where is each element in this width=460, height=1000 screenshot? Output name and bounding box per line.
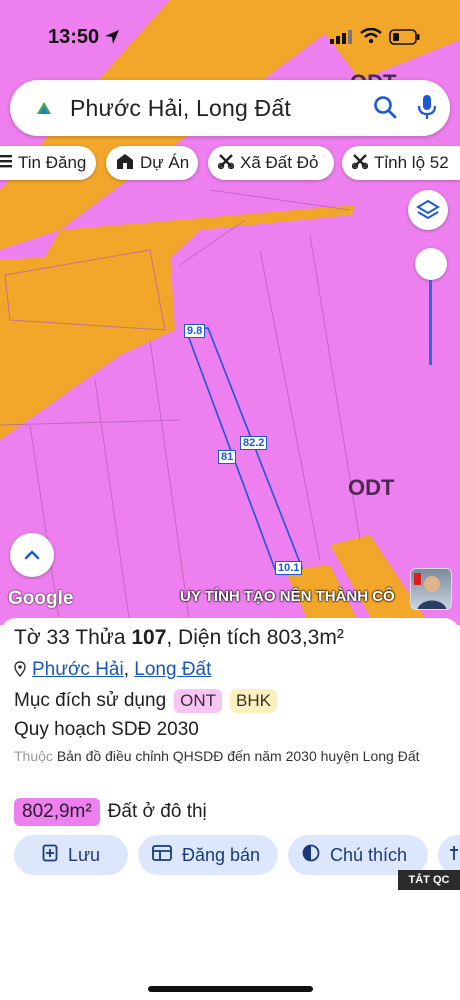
parcel-title: Tờ 33 Thửa 107, Diện tích 803,3m² [14, 626, 344, 650]
zone-label-odt: ODT [348, 475, 395, 500]
planned-use: Đất ở đô thị [107, 801, 207, 822]
dimension-label: 82.2 [240, 436, 268, 450]
title-mid: Thửa [69, 626, 132, 649]
chip-tinh-lo-52[interactable]: Tỉnh lộ 52 [342, 146, 460, 180]
chip-label: Xã Đất Đỏ [240, 153, 319, 172]
title-prefix: Tờ [14, 626, 47, 649]
ad-thumbnail[interactable] [410, 568, 452, 610]
half-circle-icon [302, 844, 320, 867]
battery-icon [389, 29, 420, 45]
save-button[interactable]: Lưu [14, 835, 128, 875]
planned-area-badge: 802,9m² [14, 798, 100, 826]
opacity-slider-track[interactable] [429, 280, 432, 365]
opacity-slider-knob[interactable] [415, 248, 447, 280]
plan-source: Thuộc Bản đồ điều chỉnh QHSDĐ đến năm 20… [14, 746, 454, 766]
layers-icon [416, 199, 440, 220]
location-arrow-icon [105, 30, 119, 44]
tag-ont: ONT [174, 689, 223, 713]
area-prefix: , Diện tích [166, 626, 267, 649]
scissors-icon [217, 153, 235, 174]
google-attribution: Google [8, 588, 74, 609]
post-for-sale-label: Đăng bán [182, 844, 261, 865]
chip-du-an[interactable]: Dự Án [106, 146, 198, 180]
source-prefix: Thuộc [14, 748, 53, 764]
plus-box-icon [450, 844, 460, 867]
legend-button[interactable]: Chú thích [288, 835, 428, 875]
chip-xa-dat-do[interactable]: Xã Đất Đỏ [208, 146, 334, 180]
layers-button[interactable] [408, 190, 448, 230]
wifi-icon [360, 28, 382, 44]
dimension-label: 10.1 [275, 561, 303, 575]
planned-area-row: 802,9m² Đất ở đô thị [14, 798, 207, 826]
action-buttons: Lưu Đăng bán Chú thích [0, 835, 460, 875]
ad-banner-text[interactable]: UY TÍNH TẠO NÊN THÀNH CÔ [180, 588, 395, 605]
status-time: 13:50 [48, 26, 100, 48]
chevron-up-icon [24, 550, 40, 560]
lot-number: 107 [131, 626, 167, 649]
filter-chips: Tin Đăng Dự Án Xã Đất Đỏ Tỉnh lộ 52 [0, 146, 460, 182]
scissors-icon [351, 153, 369, 174]
chip-label: Tin Đăng [18, 153, 87, 172]
more-action-button[interactable] [438, 835, 460, 875]
building-icon [116, 153, 134, 174]
post-for-sale-button[interactable]: Đăng bán [138, 835, 278, 875]
save-label: Lưu [68, 844, 101, 865]
status-bar: 13:50 [0, 0, 460, 70]
list-icon [0, 153, 12, 173]
legend-label: Chú thích [330, 844, 408, 865]
search-icon[interactable] [372, 94, 398, 120]
chip-tin-dang[interactable]: Tin Đăng [0, 146, 96, 180]
chip-label: Tỉnh lộ 52 [374, 153, 449, 172]
location-pin-icon [14, 661, 26, 677]
listing-icon [152, 844, 172, 866]
cellular-signal-icon [330, 30, 352, 44]
dimension-label: 9.8 [184, 324, 206, 338]
home-indicator[interactable] [148, 986, 313, 992]
microphone-icon[interactable] [416, 93, 438, 121]
sheet-number: 33 [46, 626, 70, 649]
district-link[interactable]: Long Đất [134, 659, 211, 680]
person-avatar [414, 573, 447, 609]
purpose-label: Mục đích sử dụng [14, 690, 167, 711]
dimension-label: 81 [218, 450, 237, 464]
parcel-area: 803,3m² [266, 626, 344, 649]
parcel-info-sheet[interactable]: Tờ 33 Thửa 107, Diện tích 803,3m² Phước … [0, 618, 460, 1000]
search-bar[interactable]: Phước Hải, Long Đất [10, 80, 450, 136]
ward-link[interactable]: Phước Hải [32, 659, 124, 680]
plan-title: Quy hoạch SDĐ 2030 [14, 719, 199, 740]
land-use-purpose: Mục đích sử dụng ONT BHK [14, 689, 277, 713]
close-ads-button[interactable]: TẮT QC [398, 870, 460, 890]
app-logo-icon [37, 102, 51, 114]
chip-label: Dự Án [140, 153, 190, 172]
parcel-location: Phước Hải, Long Đất [14, 659, 211, 681]
bookmark-plus-icon [42, 844, 58, 867]
source-text: Bản đồ điều chỉnh QHSDĐ đến năm 2030 huy… [56, 748, 420, 764]
search-input[interactable]: Phước Hải, Long Đất [70, 95, 291, 122]
expand-sheet-button[interactable] [10, 533, 54, 577]
tag-bhk: BHK [230, 689, 277, 713]
